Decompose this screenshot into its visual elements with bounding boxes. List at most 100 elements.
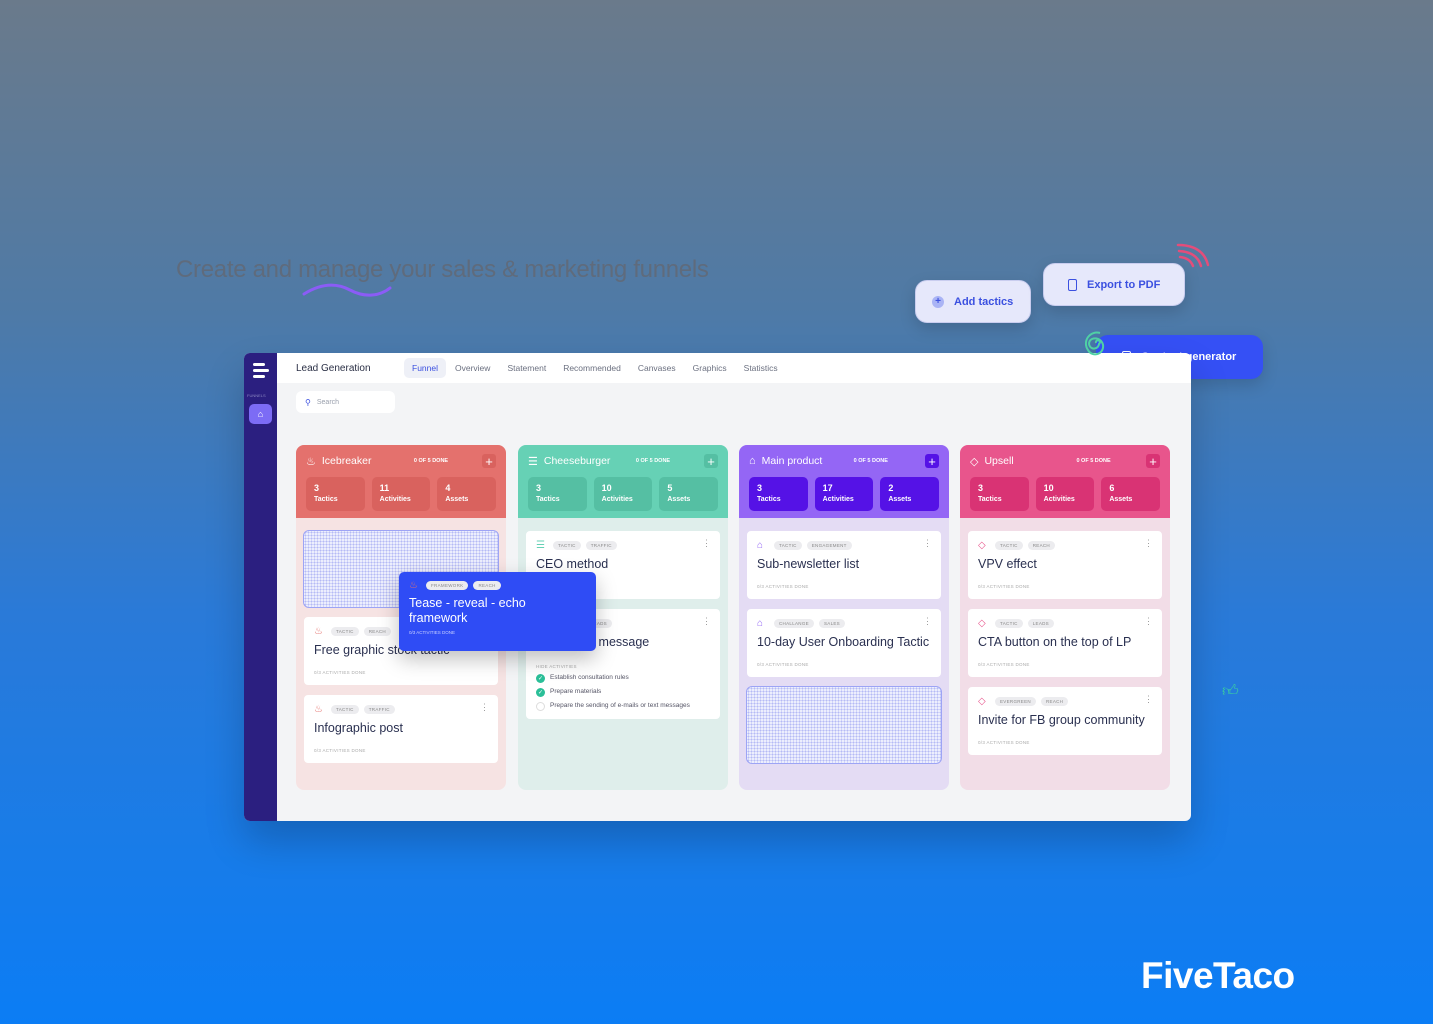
check-circle-icon[interactable]: ✓	[536, 688, 545, 697]
tag-icon: ◇	[978, 539, 986, 551]
more-options-icon[interactable]: ⋮	[923, 538, 932, 549]
stat-box: 3 Tactics	[749, 477, 808, 511]
column-progress: 0 OF 5 DONE	[1076, 458, 1111, 464]
tag: REACH	[1027, 540, 1055, 550]
stat-box: 3 Tactics	[306, 477, 365, 511]
stat-box: 3 Tactics	[970, 477, 1029, 511]
column-header: ☰ Cheeseburger 0 OF 5 DONE + 3 Tactics 10 A…	[518, 445, 728, 518]
stat-box: 3 Tactics	[528, 477, 587, 511]
stat-box: 10 Activities	[593, 477, 653, 511]
tagline: Create and manage your sales & marketing…	[176, 256, 709, 283]
export-pdf-button[interactable]: Export to PDF	[1043, 263, 1185, 306]
column-title: Cheeseburger	[543, 455, 611, 467]
brand-logo: FiveTaco	[1141, 955, 1295, 996]
thumbs-up-icon: 👍︎	[1222, 683, 1239, 700]
more-options-icon[interactable]: ⋮	[1144, 538, 1153, 549]
card-footer: 0/3 ACTIVITIES DONE	[314, 748, 366, 753]
card-title: VPV effect	[978, 557, 1037, 571]
search-input[interactable]: ⚲ Search	[296, 391, 395, 413]
card-footer: 0/3 ACTIVITIES DONE	[978, 662, 1030, 667]
activity-item[interactable]: ✓ Prepare materials	[536, 688, 710, 697]
tab-overview[interactable]: Overview	[447, 358, 498, 378]
card-footer: 0/3 ACTIVITIES DONE	[409, 630, 456, 635]
tab-canvases[interactable]: Canvases	[630, 358, 684, 378]
tag-icon: ◇	[978, 617, 986, 629]
add-card-button[interactable]: +	[1146, 454, 1160, 469]
more-options-icon[interactable]: ⋮	[923, 616, 932, 627]
column-header: ♨ Icebreaker 0 OF 5 DONE + 3 Tactics 11 Act…	[296, 445, 506, 518]
tag: TACTIC	[553, 540, 581, 550]
tag: FRAMEWORK	[426, 580, 469, 590]
funnel-column: ⌂ Main product 0 OF 5 DONE + 3 Tactics 17 A…	[739, 445, 949, 790]
activity-item[interactable]: ✓ Establish consultation rules	[536, 674, 710, 683]
funnel-column: ◇ Upsell 0 OF 5 DONE + 3 Tactics 10 Activit…	[960, 445, 1170, 790]
dragging-card[interactable]: ♨ FRAMEWORK REACH Tease - reveal - echo …	[399, 572, 596, 651]
sidebar-item-funnels[interactable]: ⌂	[249, 404, 272, 424]
stat-box: 5 Assets	[659, 477, 719, 511]
tag: TACTIC	[995, 618, 1023, 628]
tag: ENGAGEMENT	[806, 540, 852, 550]
tag: TACTIC	[995, 540, 1023, 550]
flame-icon: ♨	[314, 625, 323, 637]
activity-item[interactable]: Prepare the sending of e-mails or text m…	[536, 702, 710, 711]
spiral-decoration	[1084, 331, 1105, 356]
more-options-icon[interactable]: ⋮	[702, 616, 711, 627]
tag: REACH	[1040, 696, 1069, 706]
check-circle-icon[interactable]: ✓	[536, 674, 545, 683]
flame-icon: ♨	[306, 455, 316, 468]
card-footer: 0/3 ACTIVITIES DONE	[978, 740, 1030, 745]
tactic-card[interactable]: ⌂ TACTIC ENGAGEMENT ⋮ Sub-newsletter list…	[746, 530, 942, 600]
column-title: Main product	[761, 455, 823, 467]
tactic-card[interactable]: ♨ TACTIC TRAFFIC ⋮ Infographic post 0/3 AC…	[303, 694, 499, 764]
add-card-button[interactable]: +	[925, 454, 939, 469]
burger-icon: ☰	[536, 539, 545, 551]
add-tactics-button[interactable]: + Add tactics	[915, 280, 1031, 323]
stat-box: 2 Assets	[880, 477, 940, 511]
tab-statistics[interactable]: Statistics	[736, 358, 786, 378]
tab-recommended[interactable]: Recommended	[555, 358, 629, 378]
stat-box: 10 Activities	[1035, 477, 1095, 511]
plus-circle-icon: +	[932, 295, 944, 308]
sidebar: FUNNELS ⌂	[244, 353, 277, 821]
top-bar: Lead Generation Funnel Overview Statement R…	[277, 353, 1191, 383]
card-title: 10-day User Onboarding Tactic	[757, 635, 930, 649]
tag: SALES	[818, 618, 845, 628]
stat-box: 11 Activities	[371, 477, 431, 511]
card-footer: 0/3 ACTIVITIES DONE	[757, 584, 809, 589]
tactic-card[interactable]: ◇ TACTIC REACH ⋮ VPV effect 0/3 ACTIVITIES…	[967, 530, 1163, 600]
tag: EVERGREEN	[995, 696, 1036, 706]
empty-circle-icon[interactable]	[536, 702, 545, 711]
drop-zone[interactable]	[746, 686, 942, 764]
column-title: Upsell	[984, 455, 1014, 467]
sidebar-section-label: FUNNELS	[247, 393, 266, 398]
column-progress: 0 OF 5 DONE	[635, 458, 671, 464]
tag-icon: ◇	[978, 695, 986, 707]
tab-graphics[interactable]: Graphics	[685, 358, 735, 378]
card-title: CEO method	[536, 557, 609, 571]
tag: REACH	[473, 580, 501, 590]
tag: TRAFFIC	[363, 704, 395, 714]
tag: TACTIC	[331, 626, 359, 636]
signal-decoration	[1176, 243, 1210, 268]
add-card-button[interactable]: +	[704, 454, 718, 469]
bank-icon: ⌂	[757, 539, 764, 551]
add-card-button[interactable]: +	[482, 454, 496, 469]
card-title: Infographic post	[314, 721, 403, 735]
tactic-card[interactable]: ◇ EVERGREEN REACH ⋮ Invite for FB group c…	[967, 686, 1163, 756]
tactic-card[interactable]: ⌂ CHALLANGE SALES ⋮ 10-day User Onboardin…	[746, 608, 942, 678]
more-options-icon[interactable]: ⋮	[480, 702, 489, 713]
hide-activities-link[interactable]: HIDE ACTIVITIES	[536, 664, 710, 669]
tab-statement[interactable]: Statement	[499, 358, 554, 378]
more-options-icon[interactable]: ⋮	[702, 538, 711, 549]
more-options-icon[interactable]: ⋮	[1144, 616, 1153, 627]
more-options-icon[interactable]: ⋮	[1144, 694, 1153, 705]
tabs: Funnel Overview Statement Recommended Canvas…	[404, 358, 786, 378]
app-title: Lead Generation	[296, 362, 371, 374]
column-header: ⌂ Main product 0 OF 5 DONE + 3 Tactics 17 A…	[739, 445, 949, 518]
tag-icon: ◇	[970, 455, 979, 468]
burger-icon: ☰	[528, 455, 538, 468]
tactic-card[interactable]: ◇ TACTIC LEADS ⋮ CTA button on the top of…	[967, 608, 1163, 678]
stat-box: 17 Activities	[814, 477, 874, 511]
tab-funnel[interactable]: Funnel	[404, 358, 446, 378]
search-icon: ⚲	[305, 397, 311, 407]
